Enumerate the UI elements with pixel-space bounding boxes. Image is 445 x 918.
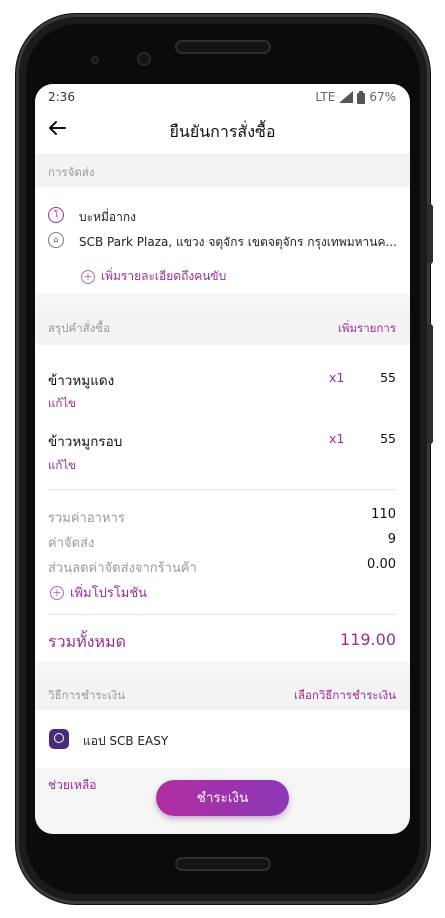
item-name: ข้าวหมูแดง [48,373,115,389]
item-qty: x1 [329,431,345,446]
edit-item-link[interactable]: แก้ไข [48,457,76,475]
restaurant-utensils-icon: ใ [48,207,64,223]
battery-icon [357,90,366,104]
plus-circle-icon: + [81,269,95,284]
network-label: LTE [315,90,336,104]
delivery-fee-label: ค่าจัดส่ง [48,536,95,551]
sensor [91,56,99,64]
signal-icon [339,91,354,103]
summary-section-header: สรุปคำสั่งซื้อ เพิ่มรายการ [35,311,410,343]
status-bar: 2:36 LTE 67% [35,84,410,108]
choose-payment-link[interactable]: เลือกวิธีการชำระเงิน [294,687,396,705]
item-price: 55 [380,370,396,385]
restaurant-name: บะหมี่อากง [79,210,136,224]
add-promo-link[interactable]: + เพิ่มโปรโมชัน [50,582,147,603]
edit-item-link[interactable]: แก้ไข [48,395,76,413]
food-total-value: 110 [371,507,396,522]
delivery-address[interactable]: SCB Park Plaza, แขวง จตุจักร เขตจตุจักร … [79,233,396,252]
add-driver-note-link[interactable]: + เพิ่มรายละเอียดถึงคนขับ [81,267,226,286]
payment-section-header: วิธีการชำระเงิน เลือกวิธีการชำระเงิน [35,678,410,710]
add-promo-label: เพิ่มโปรโมชัน [70,586,148,601]
item-qty: x1 [329,370,345,385]
payment-section-label: วิธีการชำระเงิน [48,688,126,702]
bottom-speaker [175,857,271,871]
add-driver-note-label: เพิ่มรายละเอียดถึงคนขับ [101,269,227,283]
item-name: ข้าวหมูกรอบ [48,434,123,450]
pay-button[interactable]: ชำระเงิน [156,780,289,816]
delivery-section-label: การจัดส่ง [48,165,95,179]
item-price: 55 [380,431,396,446]
grand-total-label: รวมทั้งหมด [48,632,126,651]
delivery-fee-value: 9 [387,532,396,547]
discount-value: 0.00 [367,557,396,572]
delivery-section-header: การจัดส่ง [35,155,410,187]
battery-percent: 67% [369,90,396,104]
power-button [427,324,433,444]
discount-label: ส่วนลดค่าจัดส่งจากร้านค้า [48,561,197,576]
summary-block: ข้าวหมูแดง x1 55 แก้ไข ข้าวหมูกรอบ x1 55… [35,345,410,662]
delivery-block: ใ บะหมี่อากง ⌂ SCB Park Plaza, แขวง จตุจ… [35,187,410,294]
page-title: ยืนยันการสั่งซื้อ [169,122,276,141]
home-location-icon: ⌂ [48,232,64,248]
front-camera [137,52,151,66]
app-bar: ยืนยันการสั่งซื้อ [35,108,410,155]
help-link[interactable]: ช่วยเหลือ [48,776,97,795]
divider [48,489,396,490]
payment-block[interactable]: แอป SCB EASY [35,710,410,768]
volume-button [427,204,433,264]
grand-total-value: 119.00 [340,630,396,649]
plus-circle-icon: + [50,585,64,600]
status-right: LTE 67% [315,90,396,104]
earpiece-speaker [175,40,271,54]
payment-method-label: แอป SCB EASY [83,734,169,748]
app-screen: 2:36 LTE 67% ยืนยันการสั่งซื้อ การจัดส่ง… [35,84,410,834]
status-time: 2:36 [48,90,75,104]
scb-easy-app-icon [49,729,69,749]
divider [48,614,396,615]
add-items-link[interactable]: เพิ่มรายการ [338,320,396,338]
food-total-label: รวมค่าอาหาร [48,511,125,526]
summary-section-label: สรุปคำสั่งซื้อ [48,321,110,335]
